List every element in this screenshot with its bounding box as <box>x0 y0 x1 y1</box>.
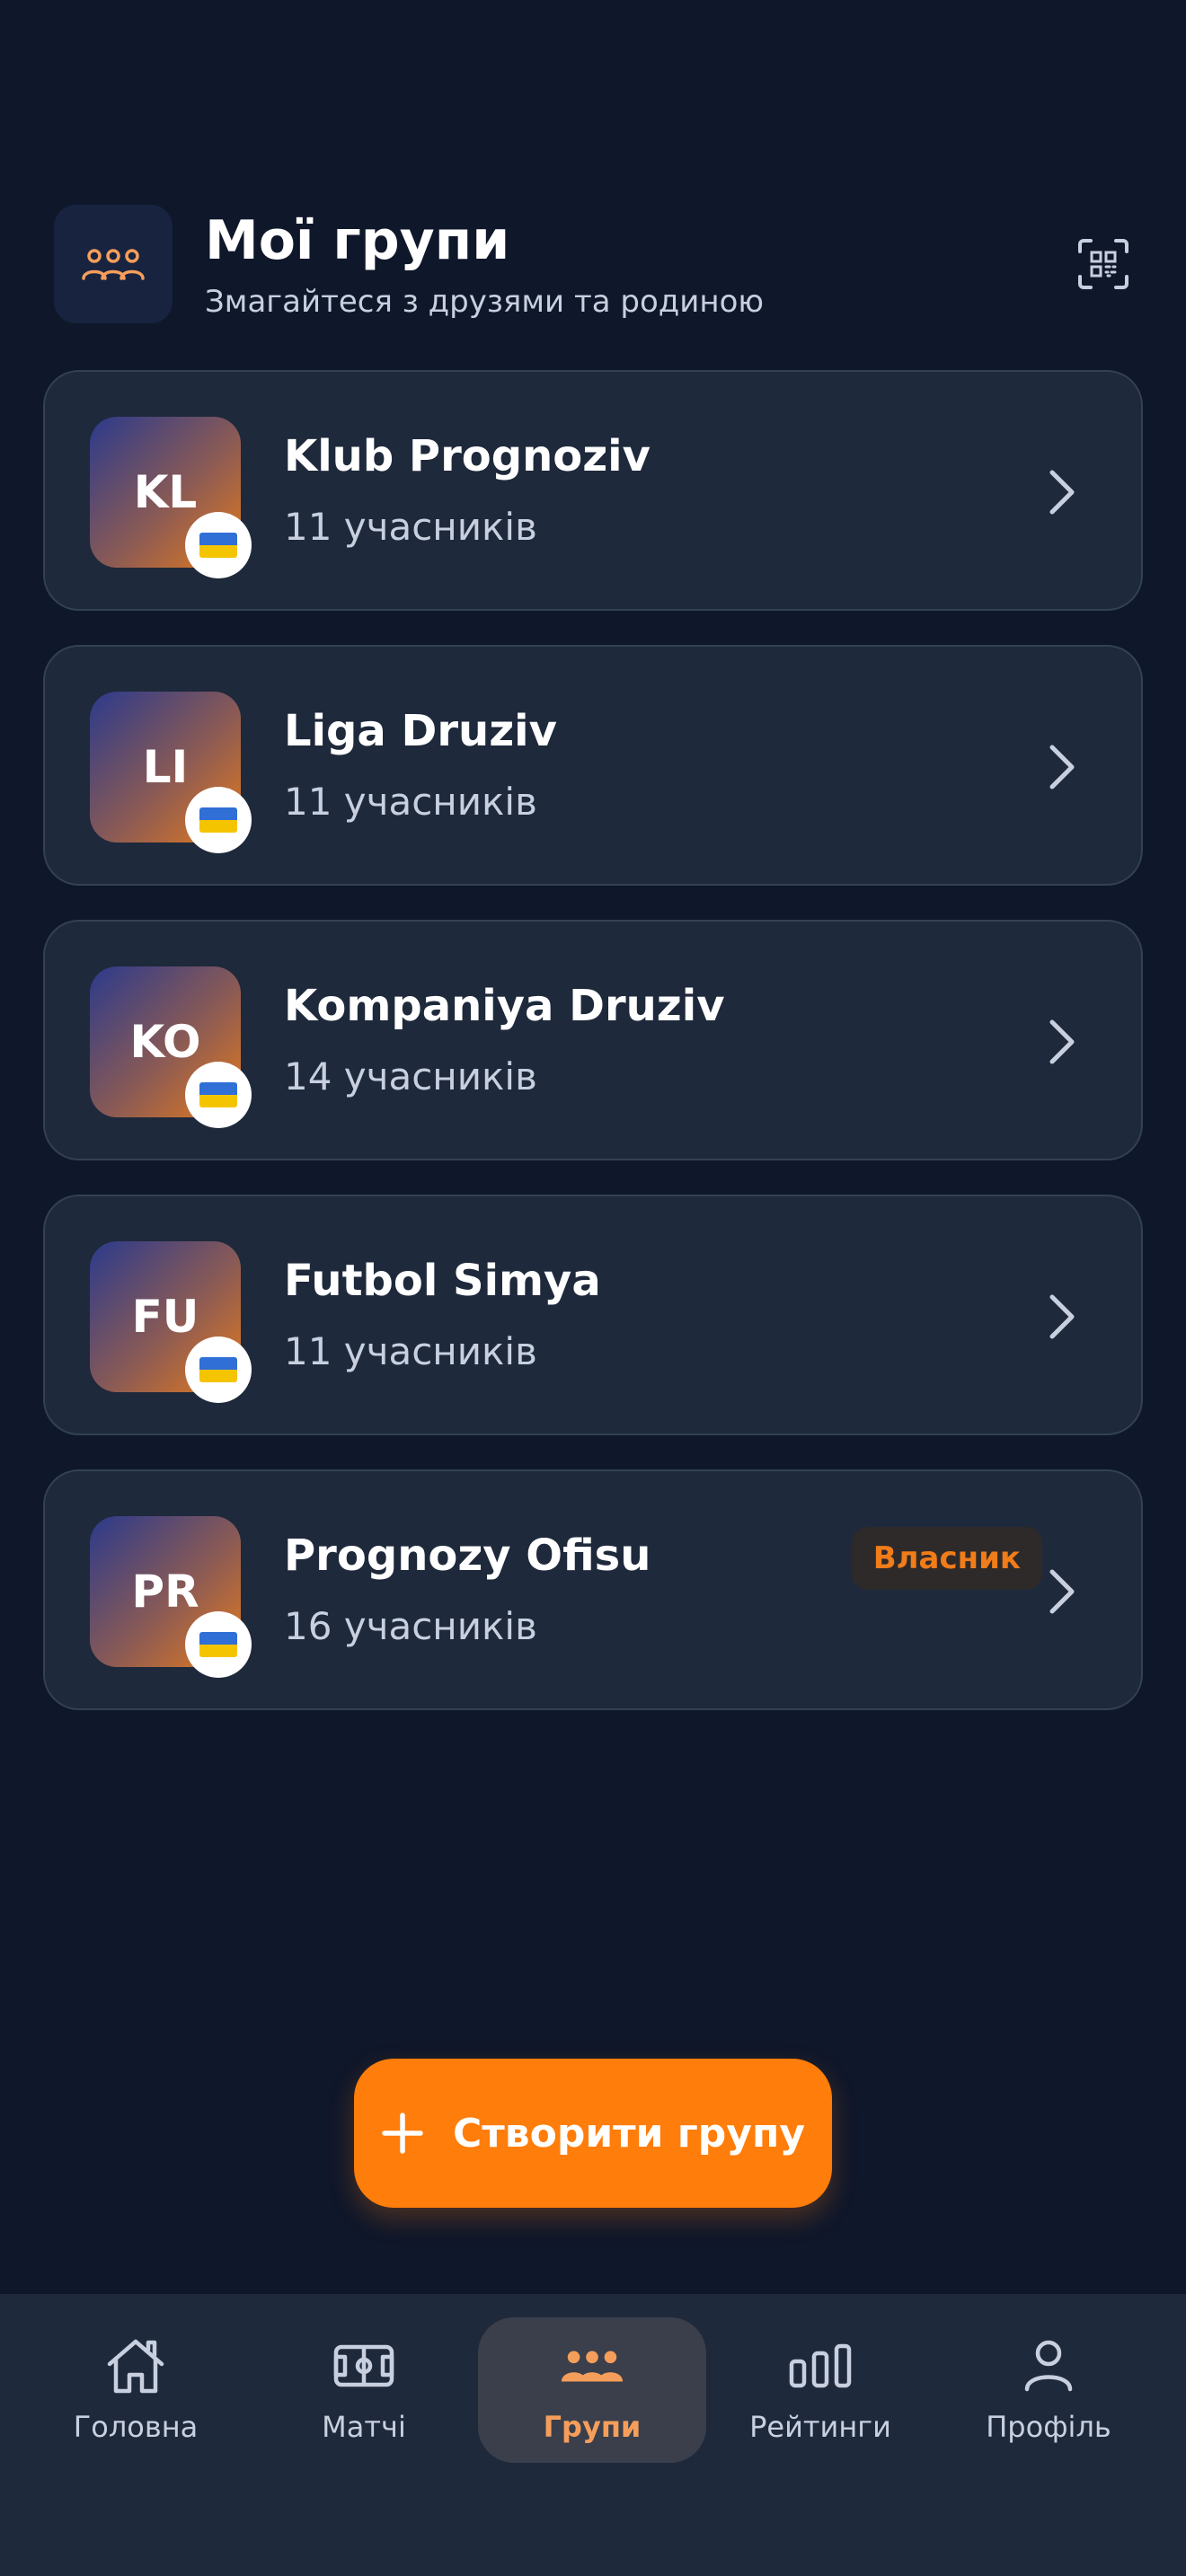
nav-label: Рейтинги <box>749 2410 891 2444</box>
chevron-right-icon <box>1035 465 1089 519</box>
qr-scan-icon <box>1078 239 1128 289</box>
group-members-count: 16 учасників <box>284 1604 537 1648</box>
create-group-label: Створити групу <box>452 2110 806 2157</box>
users-icon <box>82 249 145 280</box>
page-title: Мої групи <box>205 209 510 272</box>
plus-icon <box>382 2113 423 2154</box>
nav-label: Матчі <box>322 2410 406 2444</box>
group-initials: KO <box>129 1016 201 1068</box>
group-card[interactable]: PR Prognozy Ofisu 16 учасників Власник <box>43 1469 1143 1710</box>
header-icon-box <box>54 205 173 323</box>
nav-item-groups[interactable]: Групи <box>478 2317 706 2463</box>
nav-item-ratings[interactable]: Рейтинги <box>706 2317 934 2463</box>
nav-item-home[interactable]: Головна <box>22 2317 250 2463</box>
group-initials: LI <box>142 741 189 793</box>
group-members-count: 14 учасників <box>284 1054 537 1098</box>
group-card[interactable]: KL Klub Prognoziv 11 учасників <box>43 370 1143 611</box>
chevron-right-icon <box>1035 1015 1089 1069</box>
group-card[interactable]: FU Futbol Simya 11 учасників <box>43 1195 1143 1435</box>
group-name: Futbol Simya <box>284 1256 601 1306</box>
ukraine-flag-icon <box>185 1062 252 1128</box>
chevron-right-icon <box>1035 740 1089 794</box>
person-icon <box>1016 2333 1081 2398</box>
users-icon <box>560 2333 624 2398</box>
ukraine-flag-icon <box>185 787 252 853</box>
group-initials: PR <box>131 1566 199 1618</box>
group-card[interactable]: KO Kompaniya Druziv 14 учасників <box>43 920 1143 1160</box>
owner-badge: Власник <box>851 1527 1042 1590</box>
ukraine-flag-icon <box>185 512 252 578</box>
group-members-count: 11 учасників <box>284 505 537 549</box>
chevron-right-icon <box>1035 1290 1089 1344</box>
group-name: Klub Prognoziv <box>284 431 651 481</box>
ukraine-flag-icon <box>185 1611 252 1678</box>
nav-label: Профіль <box>986 2410 1111 2444</box>
bottom-nav: Головна Матчі Групи Рейтинги Профіль <box>0 2294 1186 2576</box>
group-members-count: 11 учасників <box>284 1329 537 1373</box>
group-name: Liga Druziv <box>284 706 557 756</box>
group-initials: KL <box>133 466 198 518</box>
bar-chart-icon <box>788 2333 853 2398</box>
create-group-button[interactable]: Створити групу <box>354 2059 832 2208</box>
nav-label: Групи <box>543 2410 642 2444</box>
field-icon <box>332 2333 396 2398</box>
group-name: Prognozy Ofisu <box>284 1531 651 1581</box>
page-header: Мої групи Змагайтеся з друзями та родино… <box>54 205 1141 323</box>
group-members-count: 11 учасників <box>284 780 537 824</box>
qr-scan-button[interactable] <box>1066 226 1141 302</box>
group-list: KL Klub Prognoziv 11 учасників LI Liga D… <box>43 370 1143 1744</box>
nav-item-profile[interactable]: Профіль <box>934 2317 1163 2463</box>
nav-label: Головна <box>73 2410 199 2444</box>
nav-item-matches[interactable]: Матчі <box>250 2317 478 2463</box>
group-card[interactable]: LI Liga Druziv 11 учасників <box>43 645 1143 886</box>
home-icon <box>103 2333 168 2398</box>
ukraine-flag-icon <box>185 1337 252 1403</box>
group-name: Kompaniya Druziv <box>284 981 725 1031</box>
chevron-right-icon <box>1035 1565 1089 1619</box>
page-subtitle: Змагайтеся з друзями та родиною <box>205 284 765 320</box>
group-initials: FU <box>131 1291 199 1343</box>
